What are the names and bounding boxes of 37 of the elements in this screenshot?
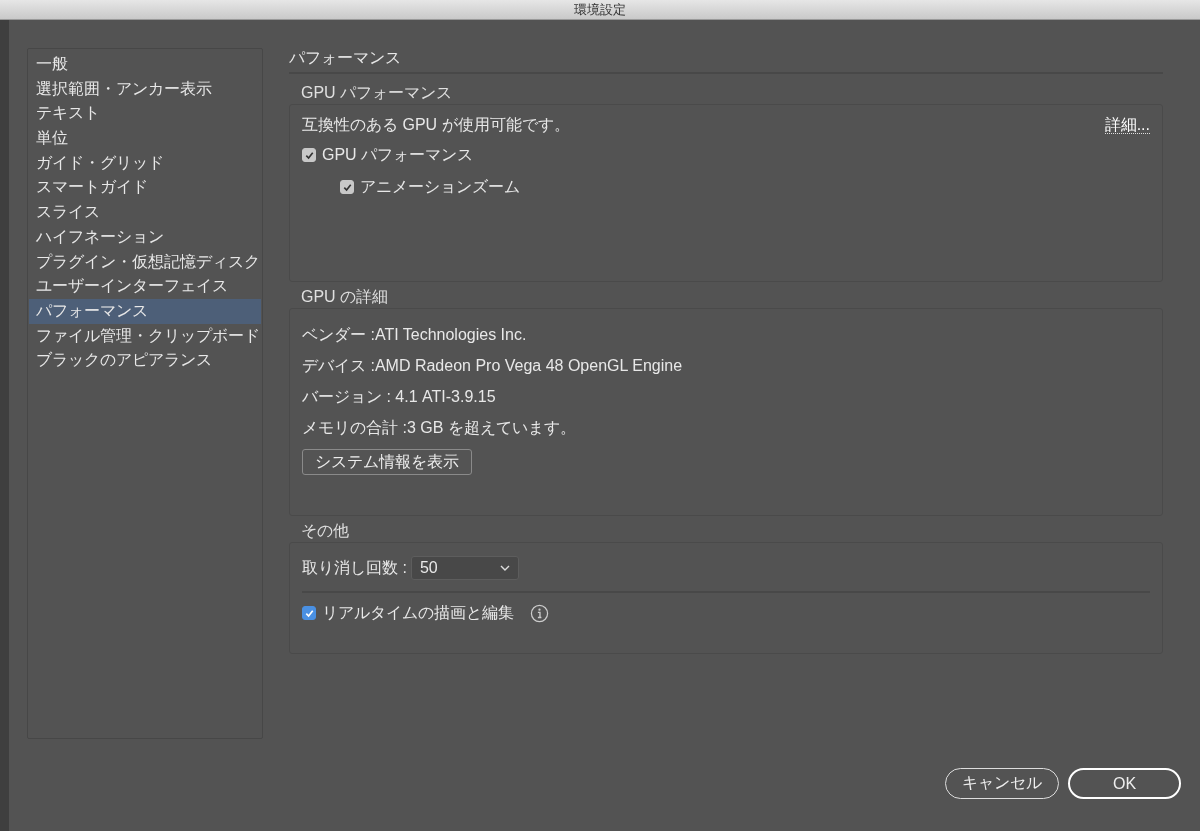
checkbox[interactable] (302, 148, 316, 162)
system-info-button[interactable]: システム情報を表示 (302, 449, 472, 475)
sidebar-item[interactable]: ハイフネーション (29, 224, 261, 250)
info-line: メモリの合計 :3 GB を超えています。 (302, 418, 577, 438)
checkbox[interactable] (302, 606, 316, 620)
sidebar-item[interactable]: スマートガイド (29, 175, 261, 201)
info-line: バージョン : 4.1 ATI-3.9.15 (302, 387, 497, 407)
sidebar-item[interactable]: テキスト (29, 101, 261, 127)
sidebar-item[interactable]: ブラックのアピアランス (29, 348, 261, 373)
info-icon[interactable] (530, 603, 549, 623)
ok-button[interactable]: OK (1068, 768, 1181, 799)
group-title: GPU の詳細 (301, 288, 389, 305)
window-title: 環境設定 (574, 0, 626, 19)
status-message: 互換性のある GPU が使用可能です。 (302, 114, 570, 135)
group-title: その他 (301, 522, 349, 539)
sidebar-item[interactable]: ユーザーインターフェイス (29, 274, 261, 299)
page-title: パフォーマンス (289, 48, 1163, 74)
sidebar-item[interactable]: プラグイン・仮想記憶ディスク (29, 249, 261, 275)
sidebar-item[interactable]: 一般 (29, 52, 261, 77)
details-link[interactable]: 詳細... (1104, 116, 1150, 134)
sidebar-item[interactable]: スライス (29, 200, 261, 225)
group-title: GPU パフォーマンス (301, 84, 453, 101)
sidebar-item[interactable]: 単位 (29, 126, 261, 151)
checkbox-label: GPU パフォーマンス (322, 144, 474, 165)
sidebar-item[interactable]: 選択範囲・アンカー表示 (29, 76, 261, 102)
chevron-down-icon (499, 565, 510, 571)
checkbox-label: リアルタイムの描画と編集 (322, 602, 514, 623)
sidebar-item[interactable]: ファイル管理・クリップボード (29, 323, 261, 349)
sidebar-item[interactable]: パフォーマンス (29, 298, 261, 324)
sidebar-item[interactable]: ガイド・グリッド (29, 150, 261, 176)
undo-count-dropdown[interactable]: 50 (410, 556, 519, 580)
checkbox-label: アニメーションズーム (360, 176, 520, 197)
undo-label: 取り消し回数 : (302, 557, 407, 578)
checkbox[interactable] (340, 180, 354, 194)
info-line: デバイス :AMD Radeon Pro Vega 48 OpenGL Engine (302, 356, 684, 376)
cancel-button[interactable]: キャンセル (945, 768, 1059, 799)
info-line: ベンダー :ATI Technologies Inc. (302, 325, 528, 345)
